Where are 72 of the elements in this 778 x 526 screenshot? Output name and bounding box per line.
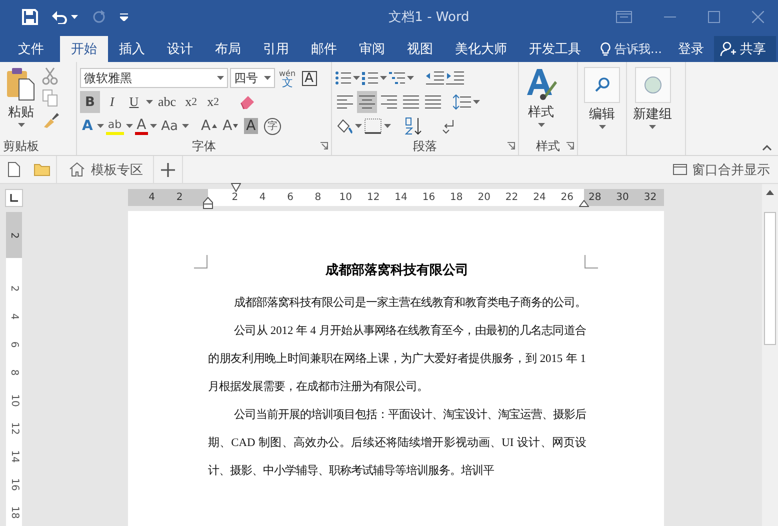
ruler-number: 10 <box>8 394 20 406</box>
ribbon-tab[interactable]: 邮件 <box>300 36 348 62</box>
format-button[interactable]: abc <box>155 91 180 113</box>
group-label: 样式 <box>536 138 560 154</box>
tell-me-search[interactable]: 告诉我... <box>600 36 662 62</box>
ruler-number: 4 <box>8 312 20 320</box>
format-button[interactable]: B <box>80 91 100 113</box>
ruler-number: 10 <box>338 192 354 203</box>
ruler-number: 18 <box>449 192 464 203</box>
font-size-field[interactable]: 四号 <box>230 68 275 88</box>
ruler-number: 20 <box>476 192 492 203</box>
format-button[interactable]: U <box>124 91 144 113</box>
font-effect-button[interactable]: A <box>134 117 148 135</box>
ruler-number: 6 <box>286 192 294 203</box>
new-group-button[interactable]: 新建组 <box>630 67 675 137</box>
ruler-number: 4 <box>148 192 156 203</box>
ribbon-tab[interactable]: 开发工具 <box>518 36 592 62</box>
ruler-number: 8 <box>314 192 322 203</box>
font-effect-button[interactable]: A <box>80 115 95 137</box>
pinyin-guide-button[interactable]: wén 文 <box>277 69 298 87</box>
ruler-number: 12 <box>8 422 20 434</box>
ribbon-tab[interactable]: 审阅 <box>348 36 396 62</box>
document-heading: 成都部落窝科技有限公司 <box>324 262 470 280</box>
ruler-number: 14 <box>8 450 20 462</box>
window-title: 文档1 - Word <box>388 9 470 26</box>
ribbon-tab[interactable]: 视图 <box>396 36 444 62</box>
ribbon-tab[interactable]: 美化大师 <box>444 36 518 62</box>
ruler-number: 12 <box>366 192 381 203</box>
ribbon-tab[interactable]: 插入 <box>108 36 156 62</box>
ribbon-tab[interactable]: 文件 <box>0 36 60 62</box>
group-label: 剪贴板 <box>3 138 39 154</box>
ruler-number: 2 <box>175 192 184 203</box>
font-effect-button[interactable]: A <box>220 115 240 137</box>
ruler-number: 2 <box>230 192 240 203</box>
character-border-button[interactable]: A <box>302 70 317 86</box>
ruler-number: 14 <box>394 192 408 203</box>
merge-windows-button[interactable]: 窗口合并显示 <box>673 160 778 178</box>
styles-button[interactable]: 样式 <box>522 67 560 137</box>
ribbon-tab[interactable]: 布局 <box>204 36 252 62</box>
font-effect-button[interactable]: ab <box>106 117 124 135</box>
editing-button[interactable]: 编辑 <box>581 67 623 137</box>
ruler-number: 32 <box>642 192 658 203</box>
template-tab[interactable]: 模板专区 <box>57 156 153 183</box>
font-effect-button[interactable]: A <box>199 115 219 137</box>
ruler-number: 24 <box>532 192 547 203</box>
sign-in-link[interactable]: 登录 <box>678 36 704 62</box>
ribbon-tab[interactable]: 开始 <box>60 36 108 62</box>
ruler-number: 22 <box>504 192 520 203</box>
ruler-number: 2 <box>8 284 20 292</box>
font-name-field[interactable]: 微软雅黑 <box>80 68 228 88</box>
body-paragraph: 成都部落窝科技有限公司是一家主营在线教育和教育类电子商务的公司。 <box>233 295 586 311</box>
group-label: 段落 <box>413 138 437 154</box>
ribbon-tab[interactable]: 引用 <box>252 36 300 62</box>
ruler-number: 6 <box>8 340 20 348</box>
ruler-number: 16 <box>8 478 20 490</box>
ruler-number: 8 <box>8 368 20 376</box>
ruler-number: 16 <box>421 192 436 203</box>
ruler-number: 26 <box>560 192 575 203</box>
group-label: 字体 <box>192 138 216 154</box>
paste-button[interactable]: 粘贴 <box>3 67 39 137</box>
ruler-number: 30 <box>615 192 630 203</box>
body-paragraph: 公司从 2012 年 4 月开始从事网络在线教育至今，由最初的几名志同道合的朋友利用晚上时间兼职在网络上课，为广大爱好者提供服务，到 2015 年 1 月根据发展需要，在成都市注册为有限公司。 <box>208 323 586 395</box>
format-button[interactable]: I <box>102 91 122 113</box>
font-effect-button[interactable]: Aa <box>159 115 180 137</box>
font-effect-button[interactable]: A <box>242 115 260 137</box>
ruler-number: 4 <box>258 192 267 203</box>
ruler-number: 2 <box>8 232 20 238</box>
body-paragraph: 公司当前开展的培训项目包括：平面设计、淘宝设计、淘宝运营、摄影后期、CAD 制图、高效办公。后续还将陆续增开影视动画、UI 设计、网页设计、摄影、中小学辅导、职称考试辅导等培训服务。培训平 <box>208 407 586 479</box>
ruler-number: 28 <box>587 192 602 203</box>
ribbon-tab[interactable]: 设计 <box>156 36 204 62</box>
ruler-number: 18 <box>8 506 20 518</box>
share-button[interactable]: 共享 <box>714 36 776 62</box>
